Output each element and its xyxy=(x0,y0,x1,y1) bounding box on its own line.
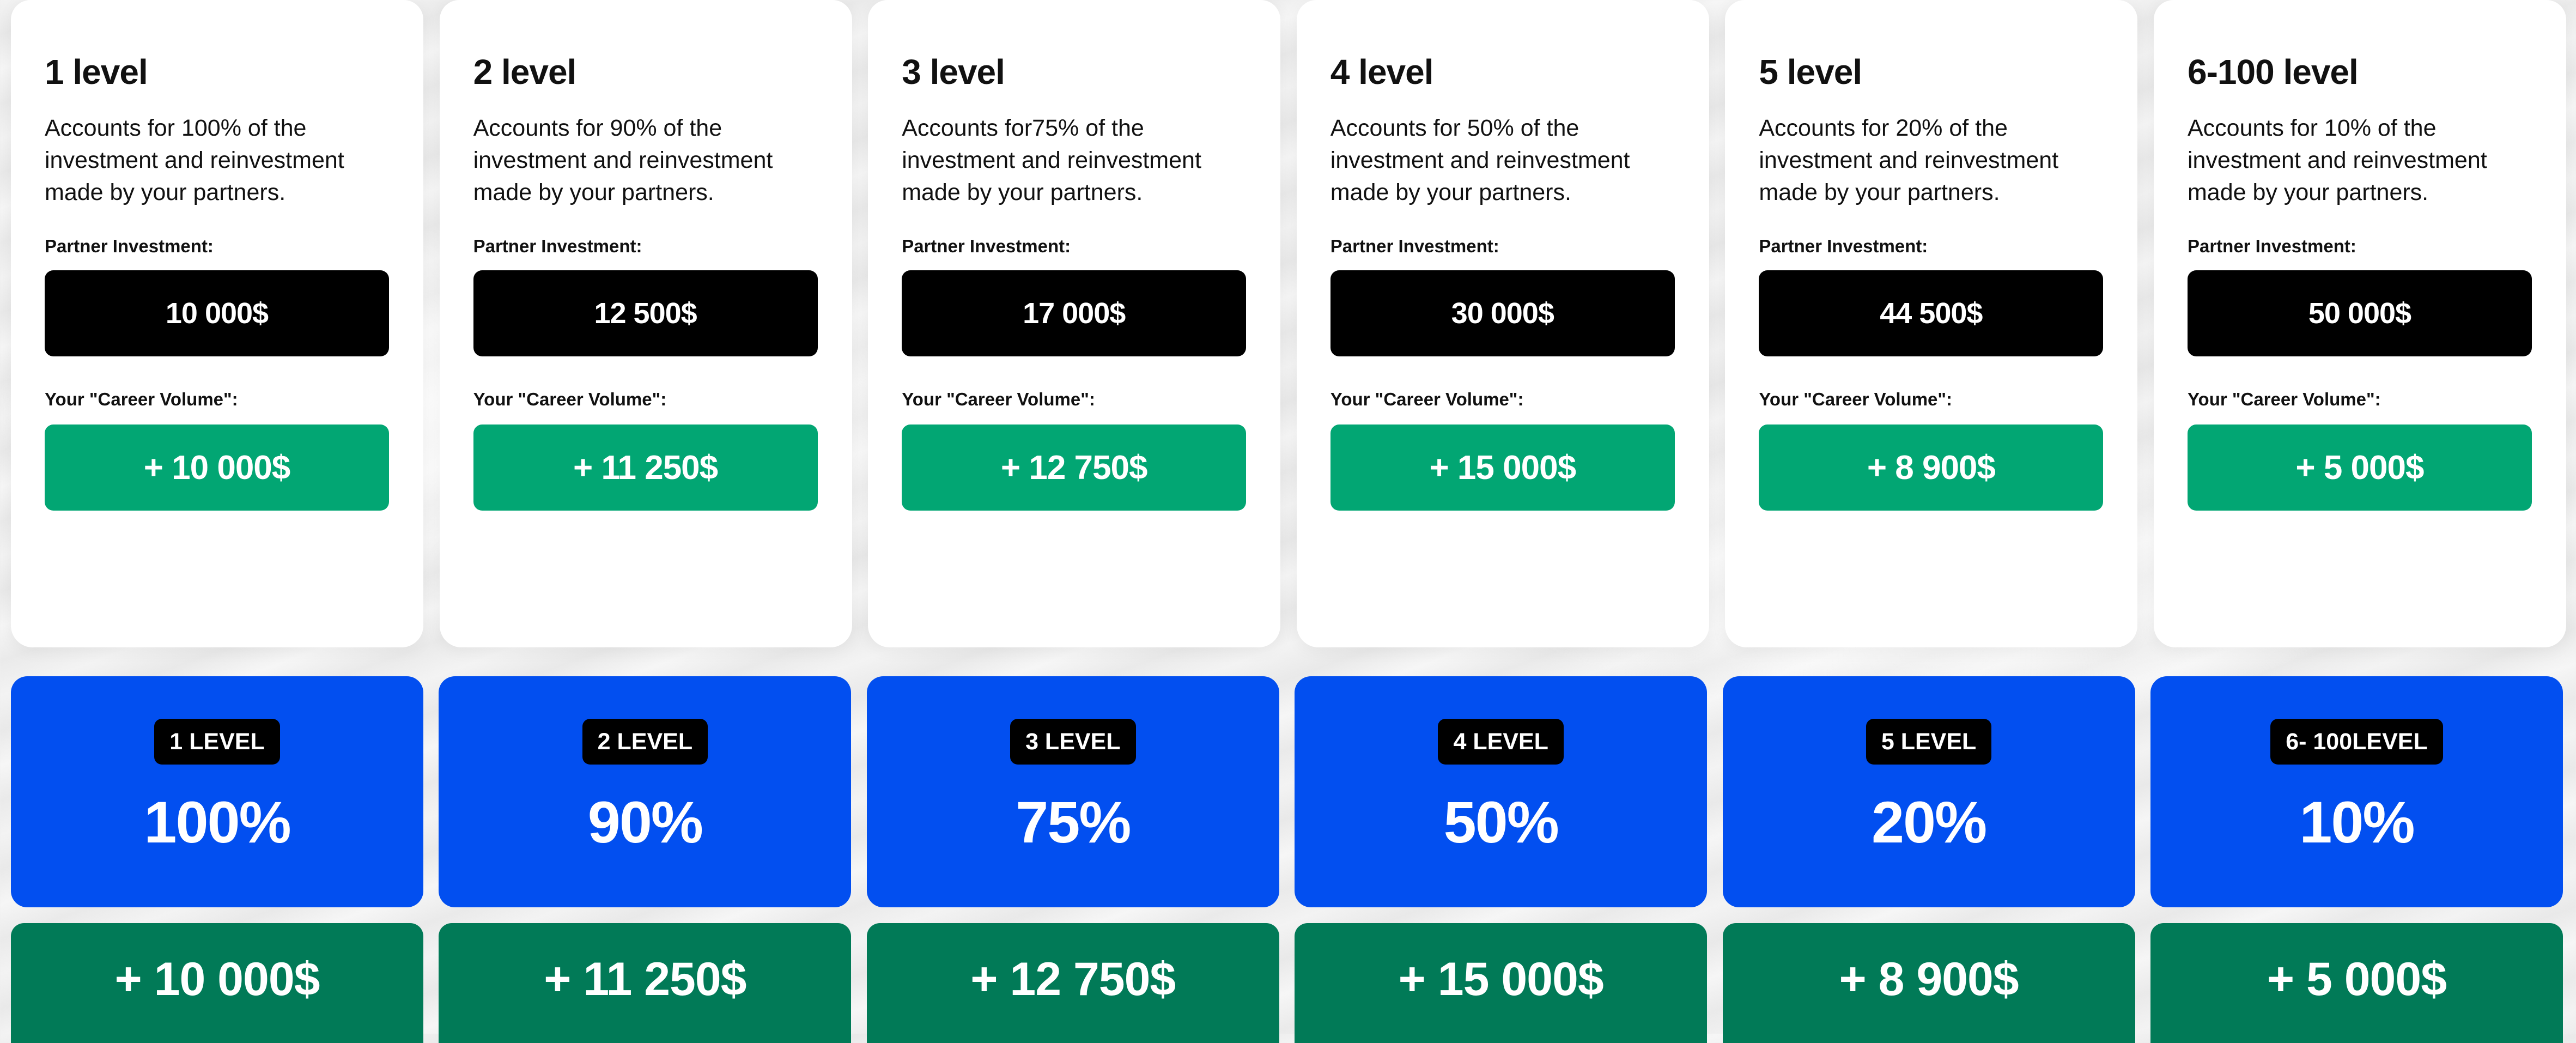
percent-value: 10% xyxy=(2299,789,2415,855)
partner-investment-value: 17 000$ xyxy=(902,270,1247,356)
level-card-6: 6-100 level Accounts for 10% of the inve… xyxy=(2153,0,2566,647)
card-title: 5 level xyxy=(1759,52,1862,92)
level-card-1: 1 level Accounts for 100% of the investm… xyxy=(11,0,423,647)
card-description: Accounts for 90% of the investment and r… xyxy=(473,115,773,205)
career-volume-value: + 15 000$ xyxy=(1330,425,1675,511)
level-card-4: 4 level Accounts for 50% of the investme… xyxy=(1296,0,1709,647)
card-description: Accounts for 50% of the investment and r… xyxy=(1330,115,1630,205)
percent-value: 90% xyxy=(587,789,703,855)
career-volume-value: + 8 900$ xyxy=(1759,425,2104,511)
partner-investment-label: Partner Investment: xyxy=(45,236,214,256)
career-volume-value: + 5 000$ xyxy=(2187,425,2532,511)
partner-investment-value: 30 000$ xyxy=(1330,270,1675,356)
percent-tile-5: 5 LEVEL 20% xyxy=(1722,676,2135,907)
percent-tile-3: 3 LEVEL 75% xyxy=(866,676,1279,907)
percent-value: 20% xyxy=(1871,789,1987,855)
partner-investment-label: Partner Investment: xyxy=(1759,236,1928,256)
level-percent-row: 1 LEVEL 100% 2 LEVEL 90% 3 LEVEL 75% 4 L… xyxy=(11,676,2563,907)
card-title: 4 level xyxy=(1330,52,1434,92)
partner-investment-label: Partner Investment: xyxy=(2187,236,2356,256)
card-title: 2 level xyxy=(473,52,577,92)
career-volume-value: + 11 250$ xyxy=(473,425,818,511)
partner-investment-label: Partner Investment: xyxy=(902,236,1071,256)
partner-investment-value: 10 000$ xyxy=(45,270,389,356)
percent-value: 100% xyxy=(144,789,291,855)
level-badge: 2 LEVEL xyxy=(582,719,708,765)
career-volume-value: + 10 000$ xyxy=(45,425,389,511)
partner-investment-value: 12 500$ xyxy=(473,270,818,356)
career-volume-value: + 12 750$ xyxy=(902,425,1247,511)
percent-tile-6: 6- 100LEVEL 10% xyxy=(2150,676,2563,907)
career-volume-label: Your "Career Volume": xyxy=(2187,389,2381,409)
card-description: Accounts for 20% of the investment and r… xyxy=(1759,115,2059,205)
result-tile-1: + 10 000$ xyxy=(11,923,423,1043)
percent-tile-1: 1 LEVEL 100% xyxy=(11,676,423,907)
partner-investment-label: Partner Investment: xyxy=(473,236,642,256)
card-title: 1 level xyxy=(45,52,148,92)
level-badge: 6- 100LEVEL xyxy=(2270,719,2443,765)
level-badge: 3 LEVEL xyxy=(1010,719,1136,765)
partner-investment-value: 44 500$ xyxy=(1759,270,2104,356)
card-description: Accounts for 100% of the investment and … xyxy=(45,115,344,205)
career-volume-label: Your "Career Volume": xyxy=(1330,389,1524,409)
career-volume-label: Your "Career Volume": xyxy=(1759,389,1953,409)
percent-tile-4: 4 LEVEL 50% xyxy=(1295,676,1708,907)
percent-tile-2: 2 LEVEL 90% xyxy=(439,676,852,907)
card-title: 6-100 level xyxy=(2187,52,2359,92)
career-volume-label: Your "Career Volume": xyxy=(902,389,1095,409)
level-card-2: 2 level Accounts for 90% of the investme… xyxy=(439,0,852,647)
level-badge: 5 LEVEL xyxy=(1866,719,1992,765)
percent-value: 75% xyxy=(1016,789,1131,855)
card-description: Accounts for 10% of the investment and r… xyxy=(2187,115,2487,205)
result-tile-4: + 15 000$ xyxy=(1295,923,1708,1043)
result-tile-6: + 5 000$ xyxy=(2150,923,2563,1043)
level-commission-infographic: 1 level Accounts for 100% of the investm… xyxy=(0,0,2576,1043)
card-description: Accounts for75% of the investment and re… xyxy=(902,115,1201,205)
level-card-5: 5 level Accounts for 20% of the investme… xyxy=(1725,0,2138,647)
card-title: 3 level xyxy=(902,52,1005,92)
partner-investment-label: Partner Investment: xyxy=(1330,236,1499,256)
level-badge: 4 LEVEL xyxy=(1438,719,1564,765)
partner-investment-value: 50 000$ xyxy=(2187,270,2532,356)
level-cards-row: 1 level Accounts for 100% of the investm… xyxy=(11,0,2566,647)
career-volume-result-row: + 10 000$ + 11 250$ + 12 750$ + 15 000$ … xyxy=(11,923,2563,1043)
career-volume-label: Your "Career Volume": xyxy=(45,389,238,409)
percent-value: 50% xyxy=(1443,789,1559,855)
result-tile-2: + 11 250$ xyxy=(439,923,852,1043)
result-tile-5: + 8 900$ xyxy=(1722,923,2135,1043)
result-tile-3: + 12 750$ xyxy=(866,923,1279,1043)
level-badge: 1 LEVEL xyxy=(154,719,280,765)
level-card-3: 3 level Accounts for75% of the investmen… xyxy=(868,0,1281,647)
career-volume-label: Your "Career Volume": xyxy=(473,389,667,409)
